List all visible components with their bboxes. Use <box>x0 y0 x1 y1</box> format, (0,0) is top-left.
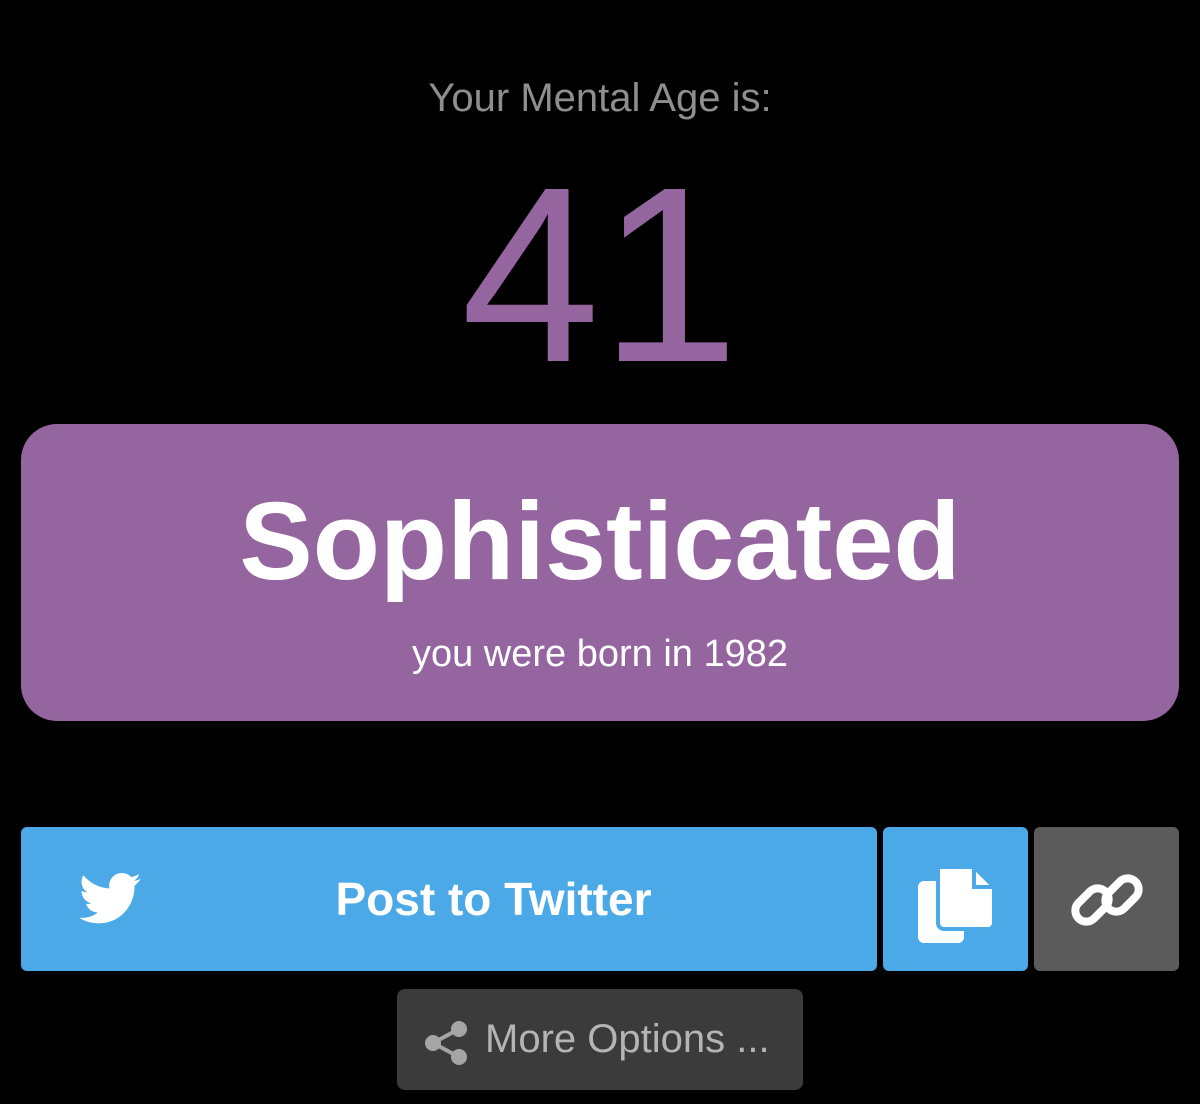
result-title: Sophisticated <box>239 480 961 603</box>
copy-link-button[interactable] <box>1034 827 1179 971</box>
post-to-twitter-button[interactable]: Post to Twitter <box>21 827 877 971</box>
copy-icon <box>918 867 994 943</box>
birth-year-text: you were born in 1982 <box>411 633 789 675</box>
twitter-bird-icon <box>78 872 141 924</box>
mental-age-heading: Your Mental Age is: <box>428 76 772 120</box>
mental-age-value: 41 <box>460 135 740 414</box>
result-page: Your Mental Age is: 41 Sophisticated you… <box>0 0 1200 1104</box>
link-icon <box>1071 874 1143 926</box>
more-options-label: More Options ... <box>485 1017 770 1061</box>
result-card: Sophisticated you were born in 1982 <box>21 424 1179 721</box>
copy-button[interactable] <box>883 827 1028 971</box>
more-options-button[interactable]: More Options ... <box>397 989 803 1090</box>
share-icon <box>425 1021 467 1065</box>
post-to-twitter-label: Post to Twitter <box>335 873 652 925</box>
